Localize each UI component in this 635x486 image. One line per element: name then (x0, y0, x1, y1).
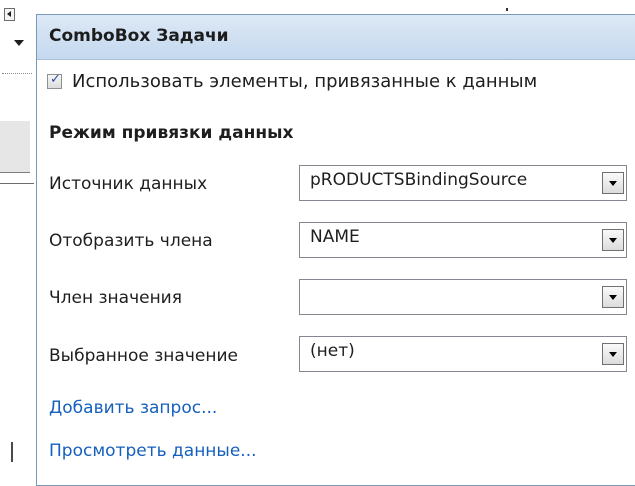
data-source-label: Источник данных (49, 174, 208, 194)
value-member-combo[interactable] (299, 279, 627, 315)
selected-value-value: (нет) (310, 341, 355, 361)
dropdown-triangle-icon (14, 40, 24, 46)
chevron-down-icon[interactable] (602, 343, 624, 365)
designer-divider (0, 183, 34, 184)
data-source-value: pRODUCTSBindingSource (310, 170, 528, 190)
section-title-binding-mode: Режим привязки данных (49, 123, 294, 143)
designer-edge (11, 442, 13, 462)
selected-value-combo[interactable]: (нет) (299, 336, 627, 372)
checkmark-icon: ✓ (50, 72, 61, 87)
display-member-label: Отобразить члена (49, 231, 213, 251)
display-member-combo[interactable]: NAME (299, 222, 627, 258)
designer-control (0, 121, 30, 173)
value-member-label: Член значения (49, 288, 182, 308)
designer-surface (0, 0, 36, 475)
smart-tag-icon[interactable] (4, 8, 15, 21)
designer-speck (506, 8, 508, 11)
dotted-divider (2, 73, 32, 74)
panel-title: ComboBox Задачи (49, 26, 229, 46)
selected-value-label: Выбранное значение (49, 346, 238, 366)
chevron-down-icon[interactable] (602, 229, 624, 251)
use-data-bound-items-checkbox[interactable]: ✓ (47, 72, 62, 89)
preview-data-link[interactable]: Просмотреть данные... (49, 441, 257, 461)
use-data-bound-items-label[interactable]: Использовать элементы, привязанные к дан… (72, 71, 537, 92)
chevron-down-icon[interactable] (602, 172, 624, 194)
display-member-value: NAME (310, 227, 360, 247)
combobox-tasks-panel: ComboBox Задачи ✓ Использовать элементы,… (36, 14, 635, 486)
chevron-down-icon[interactable] (602, 286, 624, 308)
data-source-combo[interactable]: pRODUCTSBindingSource (299, 165, 627, 201)
panel-header: ComboBox Задачи (37, 15, 635, 60)
add-query-link[interactable]: Добавить запрос... (49, 398, 217, 418)
